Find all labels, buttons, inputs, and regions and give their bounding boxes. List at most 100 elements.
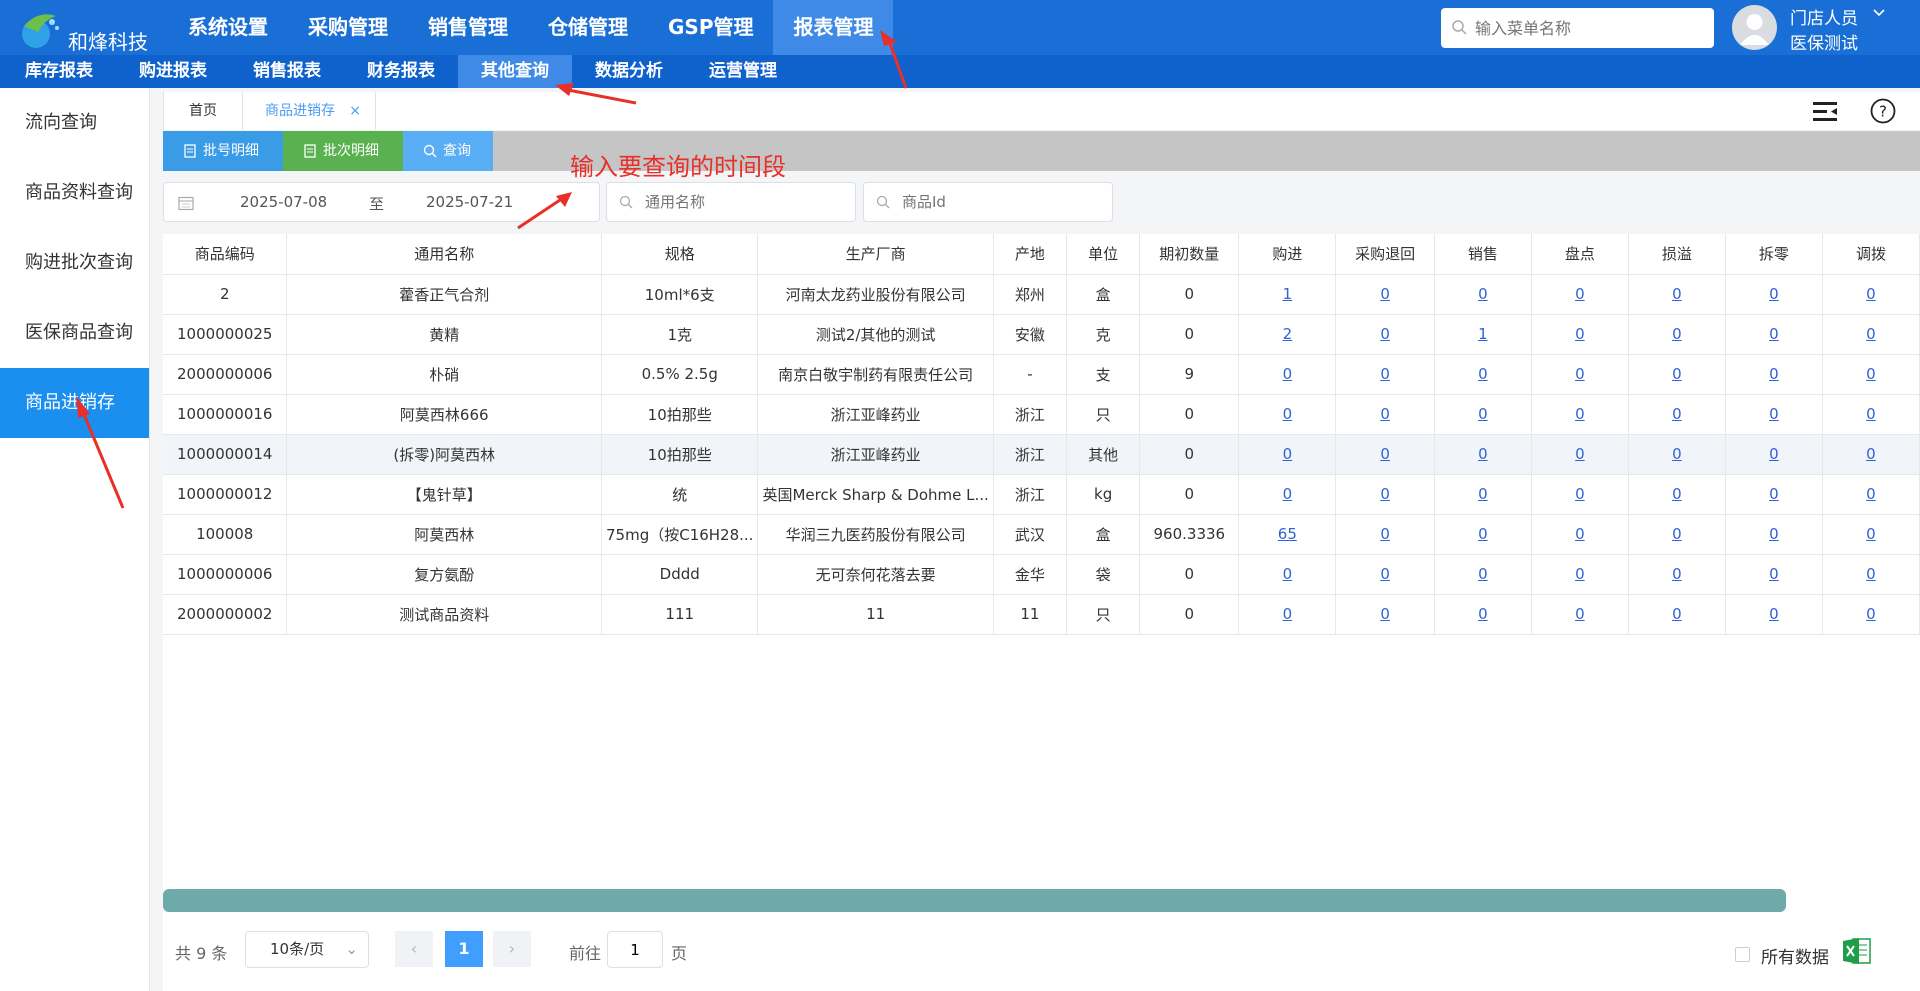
quantity-link[interactable]: 0 xyxy=(1866,565,1876,583)
table-row[interactable]: 100008 阿莫西林 75mg（按C16H28... 华润三九医药股份有限公司 武汉盒… xyxy=(163,514,1920,555)
quantity-link[interactable]: 1 xyxy=(1283,285,1293,303)
quantity-link[interactable]: 0 xyxy=(1866,325,1876,343)
topnav-item[interactable]: 采购管理 xyxy=(288,0,408,55)
quantity-link[interactable]: 0 xyxy=(1672,565,1682,583)
menu-search[interactable] xyxy=(1441,8,1714,48)
date-range-picker[interactable]: 2025-07-08 至 2025-07-21 xyxy=(163,182,600,222)
column-header[interactable]: 单位 xyxy=(1066,234,1141,275)
prev-page-button[interactable]: ‹ xyxy=(395,931,433,967)
column-header[interactable]: 期初数量 xyxy=(1139,234,1240,275)
sidebar-item[interactable]: 购进批次查询 xyxy=(0,228,149,298)
quantity-link[interactable]: 0 xyxy=(1866,285,1876,303)
sidebar-item[interactable]: 流向查询 xyxy=(0,88,149,158)
batch-detail-button[interactable]: 批次明细 xyxy=(283,131,403,171)
quantity-link[interactable]: 0 xyxy=(1380,565,1390,583)
quantity-link[interactable]: 0 xyxy=(1769,485,1779,503)
quantity-link[interactable]: 0 xyxy=(1283,605,1293,623)
subnav-item[interactable]: 运营管理 xyxy=(686,55,800,88)
quantity-link[interactable]: 0 xyxy=(1866,445,1876,463)
quantity-link[interactable]: 0 xyxy=(1769,445,1779,463)
quantity-link[interactable]: 0 xyxy=(1769,285,1779,303)
quantity-link[interactable]: 1 xyxy=(1478,325,1488,343)
date-start[interactable]: 2025-07-08 xyxy=(240,193,327,211)
quantity-link[interactable]: 0 xyxy=(1672,485,1682,503)
menu-collapse-icon[interactable] xyxy=(1813,100,1839,124)
table-row[interactable]: 2000000002 测试商品资料 111 11 11 只 0 0 0 0 0 0 0 0 xyxy=(163,594,1920,635)
quantity-link[interactable]: 0 xyxy=(1575,525,1585,543)
quantity-link[interactable]: 0 xyxy=(1769,325,1779,343)
sidebar-item[interactable]: 商品进销存 xyxy=(0,368,149,438)
quantity-link[interactable]: 0 xyxy=(1866,525,1876,543)
quantity-link[interactable]: 0 xyxy=(1380,445,1390,463)
quantity-link[interactable]: 0 xyxy=(1575,485,1585,503)
column-header[interactable]: 销售 xyxy=(1434,234,1532,275)
product-id-input[interactable] xyxy=(902,183,1102,221)
column-header[interactable]: 生产厂商 xyxy=(757,234,994,275)
column-header[interactable]: 盘点 xyxy=(1531,234,1629,275)
subnav-item[interactable]: 销售报表 xyxy=(230,55,344,88)
chevron-down-icon[interactable] xyxy=(1872,6,1886,20)
table-row[interactable]: 1000000025 黄精 1克 测试2/其他的测试 安徽克 0 2 0 1 0 0 0 0 xyxy=(163,314,1920,355)
horizontal-scrollbar[interactable] xyxy=(163,889,1786,912)
quantity-link[interactable]: 0 xyxy=(1575,605,1585,623)
topnav-item[interactable]: GSP管理 xyxy=(648,0,773,55)
quantity-link[interactable]: 0 xyxy=(1575,445,1585,463)
next-page-button[interactable]: › xyxy=(493,931,531,967)
quantity-link[interactable]: 0 xyxy=(1380,325,1390,343)
table-row[interactable]: 1000000006 复方氨酚 Dddd 无可奈何花落去要 金华袋 0 0 0 0 0 0 0 0 xyxy=(163,554,1920,595)
quantity-link[interactable]: 0 xyxy=(1380,365,1390,383)
column-header[interactable]: 购进 xyxy=(1238,234,1337,275)
quantity-link[interactable]: 2 xyxy=(1283,325,1293,343)
user-name[interactable]: 门店人员 xyxy=(1790,4,1858,29)
avatar[interactable] xyxy=(1732,5,1777,50)
quantity-link[interactable]: 0 xyxy=(1866,405,1876,423)
menu-search-input[interactable] xyxy=(1475,8,1705,48)
quantity-link[interactable]: 0 xyxy=(1866,365,1876,383)
product-id-filter[interactable] xyxy=(863,182,1113,222)
quantity-link[interactable]: 0 xyxy=(1283,365,1293,383)
page-size-select[interactable]: 10条/页 ⌄ xyxy=(245,931,369,968)
subnav-item[interactable]: 其他查询 xyxy=(458,55,572,88)
quantity-link[interactable]: 0 xyxy=(1478,365,1488,383)
quantity-link[interactable]: 0 xyxy=(1575,565,1585,583)
table-row[interactable]: 1000000014 (拆零)阿莫西林 10拍那些 浙江亚峰药业 浙江 其他 0 0 0 0 0 0 0… xyxy=(163,434,1920,475)
generic-name-filter[interactable] xyxy=(606,182,856,222)
table-row[interactable]: 1000000012 【鬼针草】统英国Merck Sharp & Dohme L.… xyxy=(163,474,1920,515)
subnav-item[interactable]: 数据分析 xyxy=(572,55,686,88)
quantity-link[interactable]: 0 xyxy=(1672,605,1682,623)
table-row[interactable]: 1000000016 阿莫西林666 10拍那些 浙江亚峰药业 浙江只 0 0 0 0 0 0 0 0 xyxy=(163,394,1920,435)
quantity-link[interactable]: 0 xyxy=(1769,525,1779,543)
column-header[interactable]: 商品编码 xyxy=(163,234,288,275)
quantity-link[interactable]: 0 xyxy=(1672,325,1682,343)
quantity-link[interactable]: 0 xyxy=(1575,325,1585,343)
table-row[interactable]: 2000000006 朴硝 0.5% 2.5g 南京白敬宇制药有限责任公司 - 支 9 0 0 0… xyxy=(163,354,1920,395)
column-header[interactable]: 损溢 xyxy=(1628,234,1726,275)
quantity-link[interactable]: 0 xyxy=(1380,285,1390,303)
quantity-link[interactable]: 0 xyxy=(1575,365,1585,383)
column-header[interactable]: 通用名称 xyxy=(286,234,602,275)
topnav-item[interactable]: 仓储管理 xyxy=(528,0,648,55)
quantity-link[interactable]: 0 xyxy=(1672,285,1682,303)
topnav-item[interactable]: 系统设置 xyxy=(168,0,288,55)
quantity-link[interactable]: 0 xyxy=(1769,605,1779,623)
quantity-link[interactable]: 0 xyxy=(1478,405,1488,423)
subnav-item[interactable]: 财务报表 xyxy=(344,55,458,88)
quantity-link[interactable]: 0 xyxy=(1866,485,1876,503)
column-header[interactable]: 调拨 xyxy=(1822,234,1920,275)
quantity-link[interactable]: 0 xyxy=(1478,485,1488,503)
quantity-link[interactable]: 0 xyxy=(1769,405,1779,423)
quantity-link[interactable]: 0 xyxy=(1283,485,1293,503)
quantity-link[interactable]: 0 xyxy=(1380,485,1390,503)
quantity-link[interactable]: 0 xyxy=(1283,445,1293,463)
tab-home[interactable]: 首页 xyxy=(163,92,243,130)
quantity-link[interactable]: 0 xyxy=(1380,525,1390,543)
quantity-link[interactable]: 0 xyxy=(1380,605,1390,623)
quantity-link[interactable]: 0 xyxy=(1672,365,1682,383)
date-end[interactable]: 2025-07-21 xyxy=(426,193,513,211)
query-button[interactable]: 查询 xyxy=(403,131,493,171)
tab-product-inventory[interactable]: 商品进销存 × xyxy=(243,92,376,130)
excel-export-icon[interactable] xyxy=(1843,936,1871,966)
quantity-link[interactable]: 0 xyxy=(1769,365,1779,383)
quantity-link[interactable]: 0 xyxy=(1478,565,1488,583)
topnav-item[interactable]: 销售管理 xyxy=(408,0,528,55)
